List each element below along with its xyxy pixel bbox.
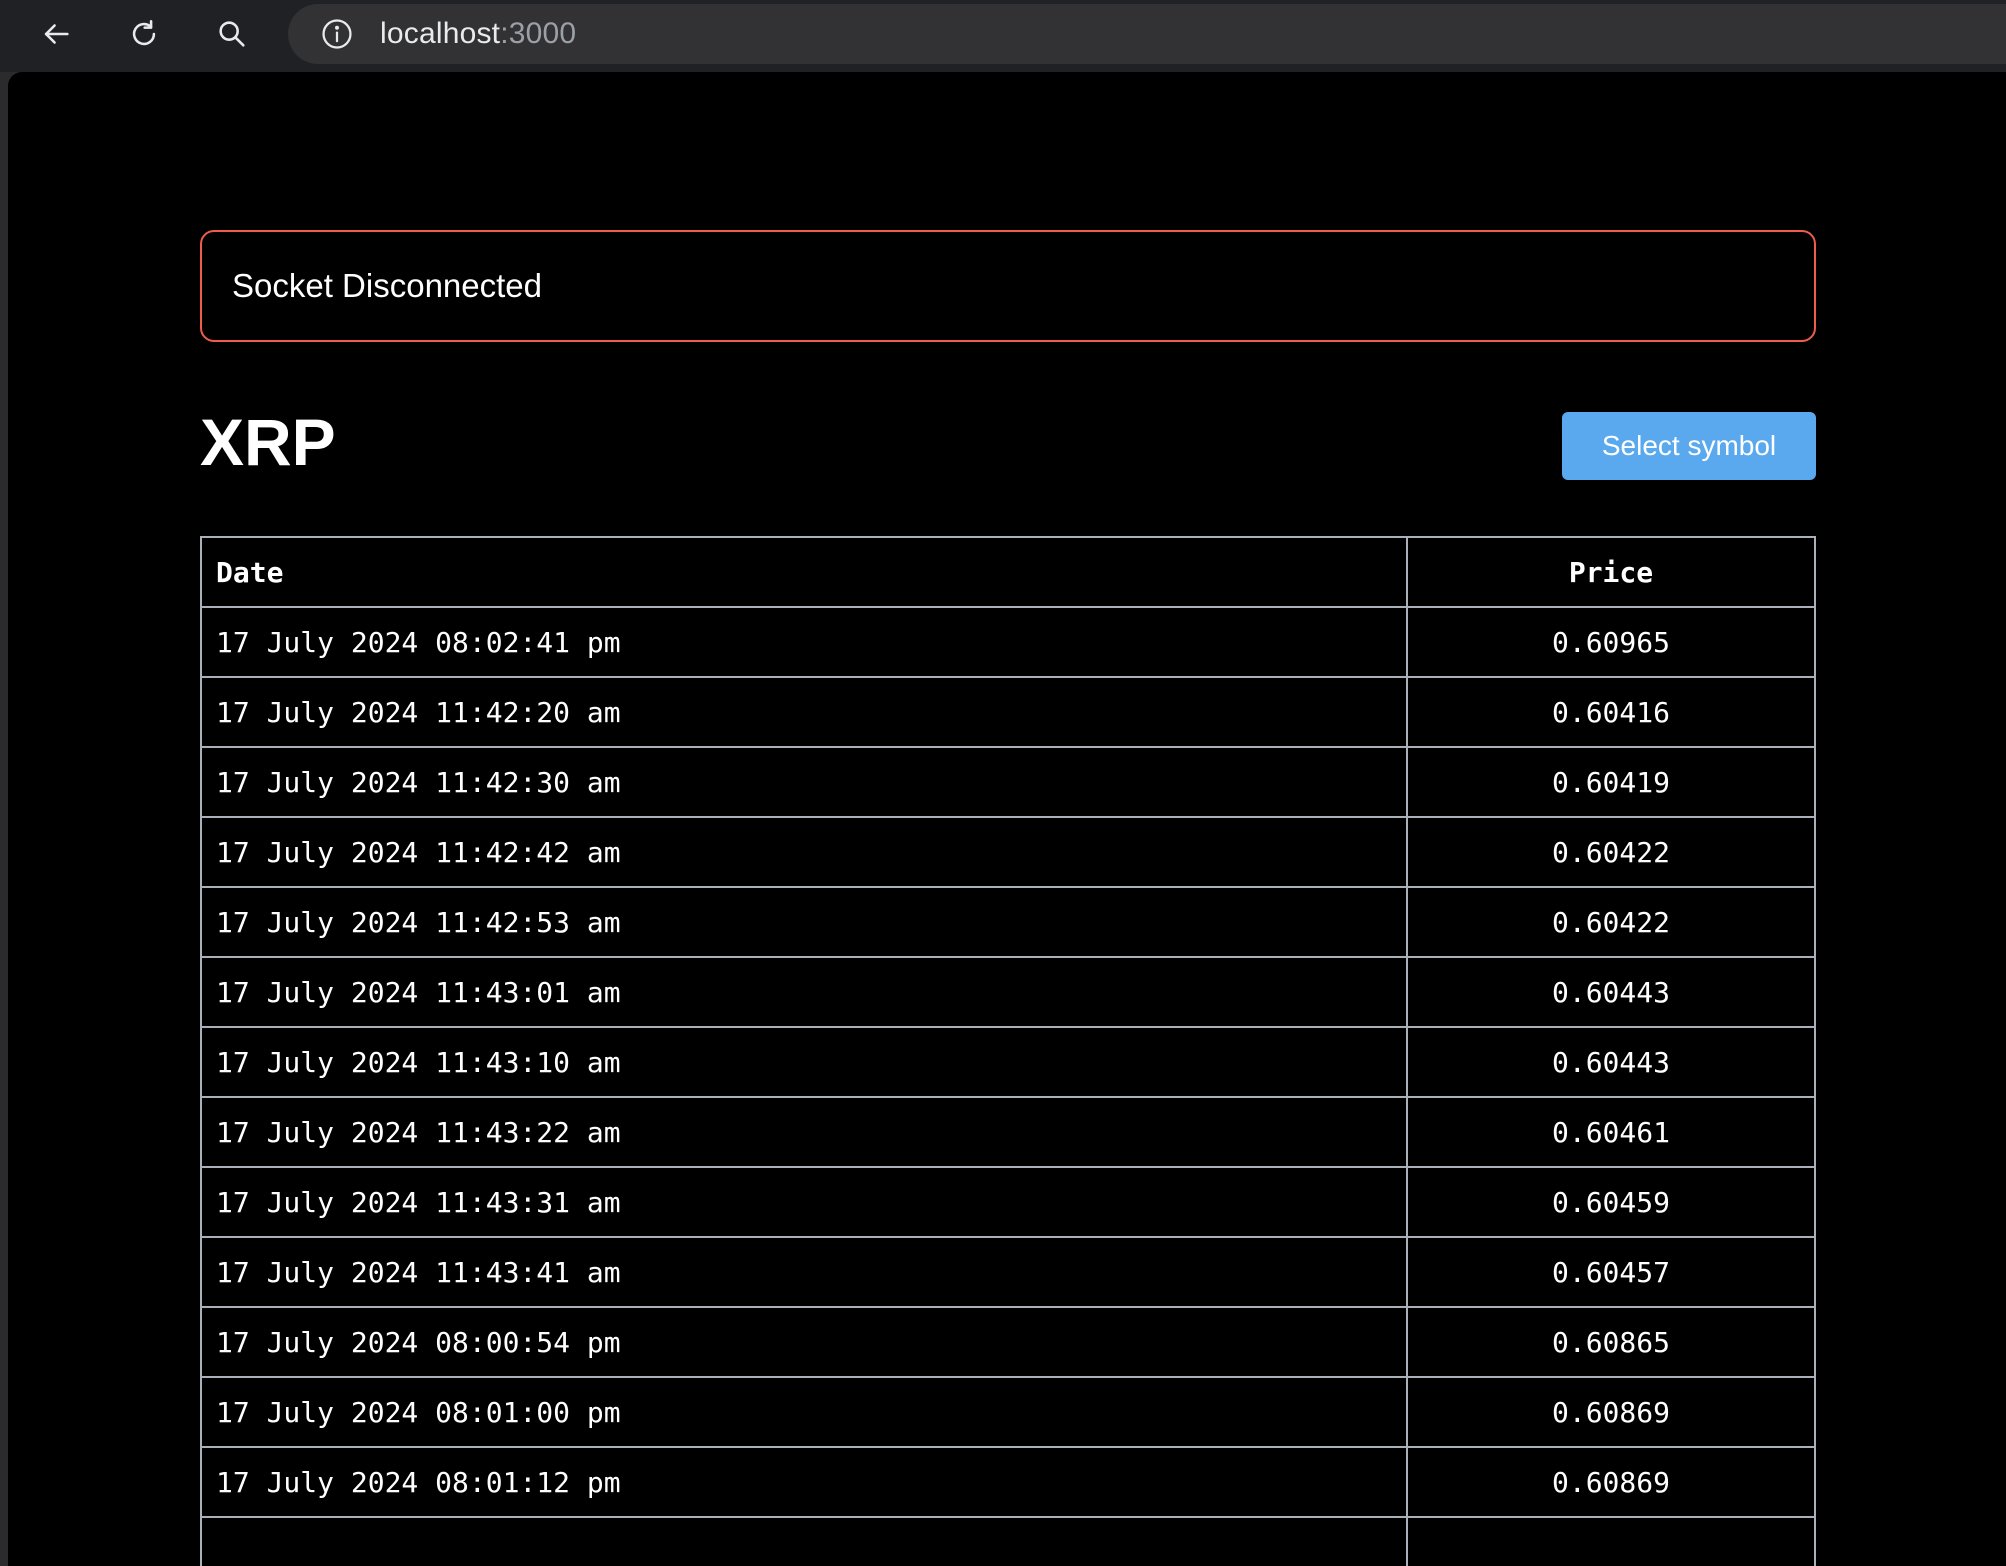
table-row: 17 July 2024 08:01:00 pm 0.60869 — [200, 1376, 1816, 1448]
date-cell: 17 July 2024 11:43:41 am — [200, 1236, 1408, 1308]
socket-status-alert: Socket Disconnected — [200, 230, 1816, 342]
url-text: localhost:3000 — [380, 17, 576, 51]
price-cell: 0.60422 — [1406, 886, 1816, 958]
table-row: 17 July 2024 08:01:12 pm 0.60869 — [200, 1446, 1816, 1518]
table-row: 17 July 2024 08:02:41 pm 0.60965 — [200, 606, 1816, 678]
date-cell: 17 July 2024 11:42:20 am — [200, 676, 1408, 748]
table-row: 17 July 2024 11:42:20 am 0.60416 — [200, 676, 1816, 748]
url-port: :3000 — [500, 17, 577, 50]
price-cell: 0.60865 — [1406, 1306, 1816, 1378]
table-row: 17 July 2024 11:42:42 am 0.60422 — [200, 816, 1816, 888]
table-row: 17 July 2024 11:42:30 am 0.60419 — [200, 746, 1816, 818]
reload-icon — [132, 19, 156, 46]
alert-message: Socket Disconnected — [232, 267, 543, 304]
date-cell: 17 July 2024 08:01:12 pm — [200, 1446, 1408, 1518]
price-table: Date Price 17 July 2024 08:02:41 pm 0.60… — [200, 536, 1816, 1566]
price-cell: 0.60443 — [1406, 956, 1816, 1028]
price-cell: 0.60419 — [1406, 746, 1816, 818]
price-cell: 0.60869 — [1406, 1376, 1816, 1448]
back-button[interactable] — [32, 12, 80, 56]
url-host: localhost — [380, 17, 501, 50]
date-cell: 17 July 2024 11:42:30 am — [200, 746, 1408, 818]
price-cell: 0.60461 — [1406, 1096, 1816, 1168]
table-row: 17 July 2024 11:43:31 am 0.60459 — [200, 1166, 1816, 1238]
reload-button[interactable] — [120, 12, 168, 56]
back-arrow-icon — [44, 24, 69, 44]
price-cell: 0.60422 — [1406, 816, 1816, 888]
browser-toolbar: localhost:3000 — [0, 0, 2006, 72]
symbol-title: XRP — [200, 405, 336, 479]
price-column-header: Price — [1406, 536, 1816, 608]
symbol-header: XRP Select symbol — [200, 405, 1816, 482]
address-bar[interactable]: localhost:3000 — [288, 4, 2006, 64]
main-content: Socket Disconnected XRP Select symbol Da… — [200, 230, 1816, 1566]
date-cell: 17 July 2024 11:43:22 am — [200, 1096, 1408, 1168]
price-cell — [1406, 1516, 1816, 1566]
search-icon — [219, 21, 245, 47]
table-row: 17 July 2024 11:43:01 am 0.60443 — [200, 956, 1816, 1028]
price-cell: 0.60459 — [1406, 1166, 1816, 1238]
page-viewport: Socket Disconnected XRP Select symbol Da… — [8, 72, 2006, 1566]
price-cell: 0.60416 — [1406, 676, 1816, 748]
table-row: 17 July 2024 11:43:41 am 0.60457 — [200, 1236, 1816, 1308]
info-icon[interactable] — [320, 17, 354, 51]
table-header-row: Date Price — [200, 536, 1816, 608]
table-row: 17 July 2024 08:00:54 pm 0.60865 — [200, 1306, 1816, 1378]
table-row: 17 July 2024 11:43:10 am 0.60443 — [200, 1026, 1816, 1098]
date-cell: 17 July 2024 08:01:00 pm — [200, 1376, 1408, 1448]
date-cell: 17 July 2024 11:42:53 am — [200, 886, 1408, 958]
date-cell: 17 July 2024 11:43:10 am — [200, 1026, 1408, 1098]
table-row: 17 July 2024 11:43:22 am 0.60461 — [200, 1096, 1816, 1168]
price-cell: 0.60443 — [1406, 1026, 1816, 1098]
price-cell: 0.60965 — [1406, 606, 1816, 678]
date-column-header: Date — [200, 536, 1408, 608]
date-cell: 17 July 2024 11:43:31 am — [200, 1166, 1408, 1238]
price-cell: 0.60457 — [1406, 1236, 1816, 1308]
table-row: 17 July 2024 11:42:53 am 0.60422 — [200, 886, 1816, 958]
price-cell: 0.60869 — [1406, 1446, 1816, 1518]
date-cell — [200, 1516, 1408, 1566]
date-cell: 17 July 2024 08:00:54 pm — [200, 1306, 1408, 1378]
date-cell: 17 July 2024 11:43:01 am — [200, 956, 1408, 1028]
select-symbol-button[interactable]: Select symbol — [1562, 412, 1816, 480]
date-cell: 17 July 2024 08:02:41 pm — [200, 606, 1408, 678]
search-button[interactable] — [208, 12, 256, 56]
table-row — [200, 1516, 1816, 1566]
date-cell: 17 July 2024 11:42:42 am — [200, 816, 1408, 888]
